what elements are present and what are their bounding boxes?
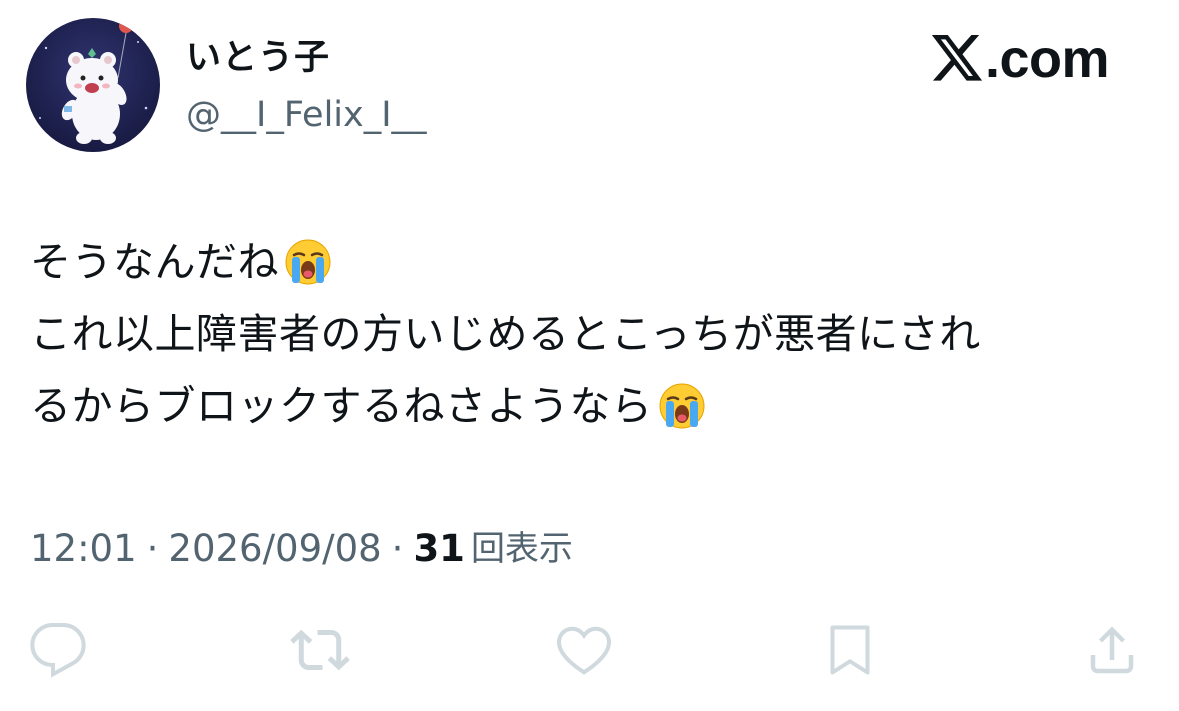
reply-icon xyxy=(30,623,86,678)
loudly-crying-face-icon xyxy=(285,239,331,285)
action-bar xyxy=(0,620,1179,680)
reply-button[interactable] xyxy=(28,620,88,680)
tweet-time[interactable]: 12:01 xyxy=(30,524,137,574)
repost-button[interactable] xyxy=(290,620,350,680)
tweet-line: これ以上障害者の方いじめるとこっちが悪者にされ xyxy=(30,298,981,370)
meta-separator: · xyxy=(391,527,404,570)
tweet-line-text: るからブロックするねさようなら xyxy=(30,382,653,430)
tweet-date[interactable]: 2026/09/08 xyxy=(168,524,381,574)
display-name[interactable]: いとう子 xyxy=(186,34,330,82)
bookmark-icon xyxy=(830,625,870,675)
loudly-crying-face-icon xyxy=(659,383,704,429)
repost-icon xyxy=(290,629,350,671)
site-domain-text: .com xyxy=(984,29,1110,89)
user-handle[interactable]: @__I_Felix_I__ xyxy=(186,92,427,138)
share-icon xyxy=(1090,626,1134,674)
tweet-line-text: これ以上障害者の方いじめるとこっちが悪者にされ xyxy=(30,310,981,358)
heart-icon xyxy=(556,626,612,675)
like-button[interactable] xyxy=(554,620,614,680)
meta-separator: · xyxy=(146,527,159,570)
tweet-line: そうなんだね xyxy=(30,226,981,298)
bear-avatar-icon xyxy=(26,18,160,152)
view-label: 回表示 xyxy=(470,529,573,569)
view-count: 31 xyxy=(413,527,465,570)
avatar[interactable] xyxy=(26,18,160,152)
share-button[interactable] xyxy=(1082,620,1142,680)
bookmark-button[interactable] xyxy=(820,620,880,680)
tweet-line: るからブロックするねさようなら xyxy=(30,370,981,442)
tweet-text: そうなんだね これ以上障害者の方いじめるとこっちが悪者にされ るからブロックする… xyxy=(30,226,981,442)
x-logo-icon xyxy=(931,35,983,81)
tweet-line-text: そうなんだね xyxy=(30,238,279,286)
x-com-brand: .com xyxy=(931,28,1110,90)
tweet-meta: 12:01 · 2026/09/08 · 31 回表示 xyxy=(30,524,573,574)
